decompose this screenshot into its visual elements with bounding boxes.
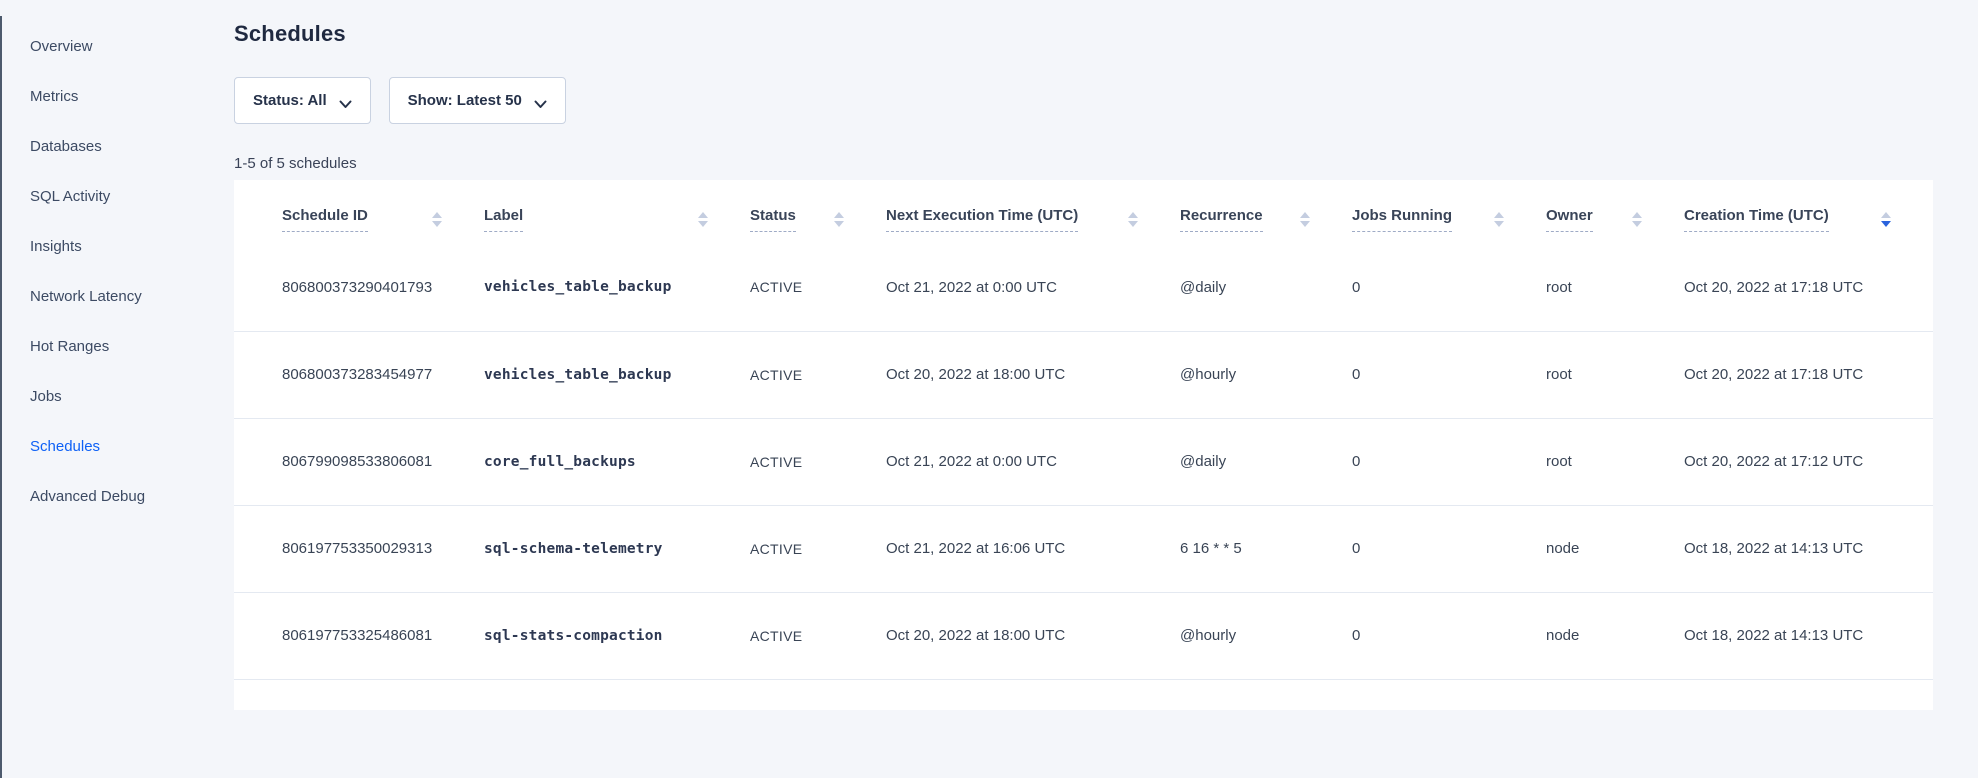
recurrence-cell: @daily (1180, 418, 1352, 505)
jobs-running-cell: 0 (1352, 592, 1546, 679)
sort-icon[interactable] (698, 212, 708, 227)
schedule-id-cell: 806800373283454977 (234, 331, 484, 418)
recurrence-cell: @daily (1180, 244, 1352, 331)
show-filter-label: Show: Latest 50 (408, 92, 522, 109)
show-filter-dropdown[interactable]: Show: Latest 50 (389, 77, 566, 124)
sidebar: Overview Metrics Databases SQL Activity … (0, 0, 186, 778)
table-row: 806800373290401793 vehicles_table_backup… (234, 244, 1933, 331)
table-row: 806800373283454977 vehicles_table_backup… (234, 331, 1933, 418)
schedules-table: Schedule ID Label Stat (234, 180, 1933, 680)
column-header-status[interactable]: Status (750, 180, 886, 244)
recurrence-cell: 6 16 * * 5 (1180, 505, 1352, 592)
chevron-down-icon (339, 96, 352, 105)
jobs-running-cell: 0 (1352, 505, 1546, 592)
owner-cell: node (1546, 592, 1684, 679)
sort-icon[interactable] (834, 212, 844, 227)
next-execution-cell: Oct 21, 2022 at 0:00 UTC (886, 244, 1180, 331)
status-filter-dropdown[interactable]: Status: All (234, 77, 371, 124)
label-cell: sql-stats-compaction (484, 592, 750, 679)
page-title: Schedules (234, 21, 1933, 47)
sidebar-item-sql-activity[interactable]: SQL Activity (0, 171, 186, 221)
owner-cell: node (1546, 505, 1684, 592)
column-header-owner[interactable]: Owner (1546, 180, 1684, 244)
table-header-row: Schedule ID Label Stat (234, 180, 1933, 244)
jobs-running-cell: 0 (1352, 244, 1546, 331)
next-execution-cell: Oct 20, 2022 at 18:00 UTC (886, 331, 1180, 418)
schedule-id-cell: 806800373290401793 (234, 244, 484, 331)
creation-time-cell: Oct 18, 2022 at 14:13 UTC (1684, 592, 1933, 679)
label-cell: sql-schema-telemetry (484, 505, 750, 592)
sidebar-item-insights[interactable]: Insights (0, 221, 186, 271)
creation-time-cell: Oct 18, 2022 at 14:13 UTC (1684, 505, 1933, 592)
main-content: Schedules Status: All Show: Latest 50 1-… (186, 0, 1978, 778)
sidebar-item-advanced-debug[interactable]: Advanced Debug (0, 471, 186, 521)
column-header-schedule-id[interactable]: Schedule ID (234, 180, 484, 244)
chevron-down-icon (534, 96, 547, 105)
schedule-id-cell: 806799098533806081 (234, 418, 484, 505)
sort-icon[interactable] (1632, 212, 1642, 227)
table-row: 806197753325486081 sql-stats-compaction … (234, 592, 1933, 679)
creation-time-cell: Oct 20, 2022 at 17:12 UTC (1684, 418, 1933, 505)
status-cell: ACTIVE (750, 505, 886, 592)
column-header-next-execution-time[interactable]: Next Execution Time (UTC) (886, 180, 1180, 244)
jobs-running-cell: 0 (1352, 331, 1546, 418)
sidebar-item-schedules[interactable]: Schedules (0, 421, 186, 471)
schedule-id-cell: 806197753350029313 (234, 505, 484, 592)
label-cell: vehicles_table_backup (484, 331, 750, 418)
sort-icon[interactable] (1494, 212, 1504, 227)
sort-icon[interactable] (1128, 212, 1138, 227)
label-cell: vehicles_table_backup (484, 244, 750, 331)
sidebar-nav-list: Overview Metrics Databases SQL Activity … (0, 21, 186, 521)
schedules-table-card: Schedule ID Label Stat (234, 180, 1933, 710)
schedule-id-cell: 806197753325486081 (234, 592, 484, 679)
table-row: 806197753350029313 sql-schema-telemetry … (234, 505, 1933, 592)
owner-cell: root (1546, 418, 1684, 505)
window-edge (0, 16, 2, 778)
sidebar-item-overview[interactable]: Overview (0, 21, 186, 71)
status-cell: ACTIVE (750, 592, 886, 679)
schedules-page: Overview Metrics Databases SQL Activity … (0, 0, 1978, 778)
next-execution-cell: Oct 20, 2022 at 18:00 UTC (886, 592, 1180, 679)
sidebar-item-jobs[interactable]: Jobs (0, 371, 186, 421)
next-execution-cell: Oct 21, 2022 at 16:06 UTC (886, 505, 1180, 592)
column-header-creation-time[interactable]: Creation Time (UTC) (1684, 180, 1933, 244)
recurrence-cell: @hourly (1180, 331, 1352, 418)
status-filter-label: Status: All (253, 92, 327, 109)
sidebar-item-databases[interactable]: Databases (0, 121, 186, 171)
column-header-recurrence[interactable]: Recurrence (1180, 180, 1352, 244)
status-cell: ACTIVE (750, 418, 886, 505)
column-header-jobs-running[interactable]: Jobs Running (1352, 180, 1546, 244)
status-cell: ACTIVE (750, 331, 886, 418)
sidebar-item-metrics[interactable]: Metrics (0, 71, 186, 121)
jobs-running-cell: 0 (1352, 418, 1546, 505)
next-execution-cell: Oct 21, 2022 at 0:00 UTC (886, 418, 1180, 505)
sidebar-item-hot-ranges[interactable]: Hot Ranges (0, 321, 186, 371)
owner-cell: root (1546, 244, 1684, 331)
status-cell: ACTIVE (750, 244, 886, 331)
owner-cell: root (1546, 331, 1684, 418)
label-cell: core_full_backups (484, 418, 750, 505)
sort-icon-active-desc[interactable] (1881, 212, 1891, 227)
sort-icon[interactable] (1300, 212, 1310, 227)
sort-icon[interactable] (432, 212, 442, 227)
creation-time-cell: Oct 20, 2022 at 17:18 UTC (1684, 331, 1933, 418)
recurrence-cell: @hourly (1180, 592, 1352, 679)
filter-bar: Status: All Show: Latest 50 (234, 77, 1933, 124)
results-summary: 1-5 of 5 schedules (234, 155, 1933, 172)
table-row: 806799098533806081 core_full_backups ACT… (234, 418, 1933, 505)
creation-time-cell: Oct 20, 2022 at 17:18 UTC (1684, 244, 1933, 331)
sidebar-item-network-latency[interactable]: Network Latency (0, 271, 186, 321)
column-header-label[interactable]: Label (484, 180, 750, 244)
